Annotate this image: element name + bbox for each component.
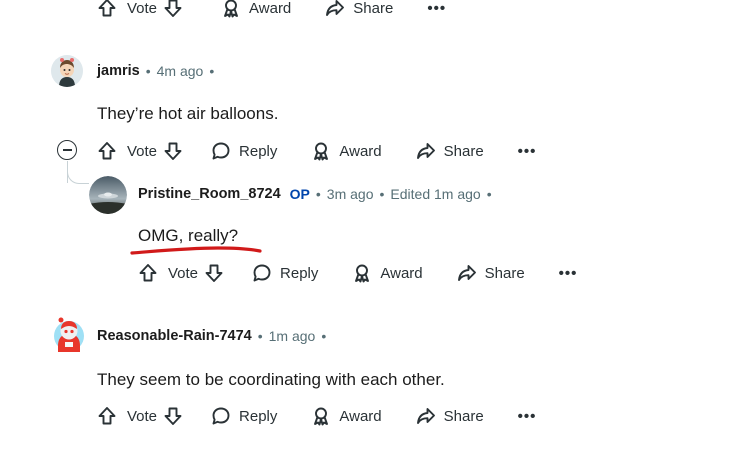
upvote-icon[interactable] — [97, 141, 117, 161]
comment-action-bar: Vote Reply Award Share ••• — [97, 135, 536, 167]
vote-label: Vote — [168, 264, 199, 282]
award-button[interactable]: Award — [311, 135, 382, 167]
red-underline-annotation — [130, 246, 262, 255]
award-button[interactable]: Award — [221, 0, 291, 24]
comment-time[interactable]: 1m ago — [269, 328, 316, 344]
award-icon — [224, 0, 238, 18]
share-icon — [326, 0, 345, 16]
avatar[interactable] — [51, 316, 87, 356]
vote-group: Vote — [97, 135, 183, 167]
comment-action-bar: Vote Reply Award Share ••• — [97, 400, 536, 432]
reply-button[interactable]: Reply — [211, 400, 277, 432]
thread-connector — [67, 168, 89, 184]
comment-body: They seem to be coordinating with each o… — [97, 370, 445, 389]
comment-body: They’re hot air balloons. — [97, 104, 279, 123]
separator-dot: • — [257, 328, 263, 344]
comment-author[interactable]: Reasonable-Rain-7474 — [97, 328, 252, 344]
separator-dot: • — [379, 186, 385, 202]
vote-group: Vote — [138, 257, 224, 289]
share-icon — [457, 265, 476, 281]
reply-action-bar: Vote Reply Award Share ••• — [138, 257, 577, 289]
upvote-icon[interactable] — [97, 406, 117, 426]
downvote-icon[interactable] — [163, 141, 183, 161]
avatar[interactable] — [51, 55, 83, 87]
comment-time[interactable]: 3m ago — [327, 186, 374, 202]
vote-label: Vote — [127, 142, 158, 160]
reply-button[interactable]: Reply — [211, 135, 277, 167]
upvote-icon[interactable] — [97, 0, 117, 18]
collapse-thread-button[interactable] — [57, 140, 77, 160]
comment-author[interactable]: Pristine_Room_8724 — [138, 186, 281, 202]
comment-meta: Reasonable-Rain-7474 • 1m ago • — [97, 328, 332, 344]
more-options-button[interactable]: ••• — [427, 0, 446, 24]
more-options-button[interactable]: ••• — [518, 400, 537, 432]
share-button[interactable]: Share — [416, 400, 484, 432]
separator-dot: • — [486, 186, 492, 202]
separator-dot: • — [321, 328, 327, 344]
more-options-button[interactable]: ••• — [559, 257, 578, 289]
award-button[interactable]: Award — [311, 400, 382, 432]
award-icon — [314, 407, 329, 426]
award-icon — [314, 142, 329, 161]
share-button[interactable]: Share — [457, 257, 525, 289]
share-button[interactable]: Share — [325, 0, 393, 24]
separator-dot: • — [145, 63, 151, 79]
share-icon — [416, 408, 435, 424]
vote-label: Vote — [127, 0, 158, 17]
more-options-button[interactable]: ••• — [518, 135, 537, 167]
separator-dot: • — [315, 186, 321, 202]
reply-button[interactable]: Reply — [252, 257, 318, 289]
vote-group: Vote — [97, 0, 183, 24]
op-badge: OP — [289, 186, 310, 202]
share-button[interactable]: Share — [416, 135, 484, 167]
vote-label: Vote — [127, 407, 158, 425]
share-icon — [416, 143, 435, 159]
separator-dot: • — [209, 63, 215, 79]
reply-icon — [253, 264, 271, 282]
upvote-icon[interactable] — [138, 263, 158, 283]
downvote-icon[interactable] — [204, 263, 224, 283]
downvote-icon[interactable] — [163, 0, 183, 18]
comment-author[interactable]: jamris — [97, 63, 140, 79]
reply-icon — [212, 407, 230, 425]
comment-meta: jamris • 4m ago • — [97, 63, 220, 79]
comment-meta: Pristine_Room_8724 OP • 3m ago • Edited … — [138, 186, 498, 202]
vote-group: Vote — [97, 400, 183, 432]
award-button[interactable]: Award — [352, 257, 423, 289]
reply-icon — [212, 142, 230, 160]
top-action-bar: Vote Award Share ••• — [97, 0, 446, 24]
downvote-icon[interactable] — [163, 406, 183, 426]
award-icon — [355, 264, 370, 283]
edited-label: Edited 1m ago — [390, 186, 481, 202]
avatar[interactable] — [89, 176, 127, 214]
comment-time[interactable]: 4m ago — [157, 63, 204, 79]
